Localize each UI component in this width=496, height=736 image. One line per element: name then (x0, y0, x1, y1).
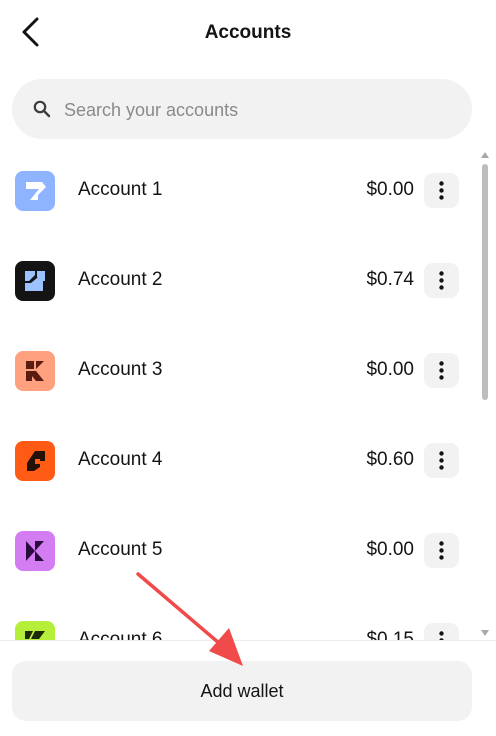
account-balance: $0.15 (366, 629, 414, 640)
account-balance: $0.00 (366, 179, 414, 200)
more-vertical-icon (439, 271, 444, 290)
account-logo-icon (15, 261, 55, 301)
account-logo-icon (15, 171, 55, 211)
account-row[interactable]: Account 6 $0.15 (0, 596, 478, 640)
account-name: Account 5 (78, 539, 163, 560)
account-menu-button[interactable] (424, 443, 459, 478)
account-balance: $0.00 (366, 359, 414, 380)
search-icon (33, 100, 51, 118)
more-vertical-icon (439, 451, 444, 470)
more-vertical-icon (439, 541, 444, 560)
account-name: Account 2 (78, 269, 163, 290)
account-avatar (15, 351, 55, 391)
account-menu-button[interactable] (424, 263, 459, 298)
scrollbar[interactable] (478, 150, 492, 638)
header: Accounts (0, 0, 496, 66)
add-wallet-button[interactable]: Add wallet (12, 661, 472, 721)
account-avatar (15, 531, 55, 571)
more-vertical-icon (439, 181, 444, 200)
search-input[interactable] (62, 89, 456, 131)
account-row[interactable]: Account 1 $0.00 (0, 146, 478, 236)
more-vertical-icon (439, 631, 444, 640)
account-avatar (15, 621, 55, 640)
account-menu-button[interactable] (424, 623, 459, 640)
scroll-up-icon[interactable] (481, 152, 489, 158)
page-title: Accounts (204, 22, 292, 43)
account-menu-button[interactable] (424, 353, 459, 388)
account-row[interactable]: Account 4 $0.60 (0, 416, 478, 506)
account-name: Account 6 (78, 629, 163, 640)
accounts-list[interactable]: Account 1 $0.00 Account 2 $0.74 Account … (0, 146, 478, 640)
account-menu-button[interactable] (424, 533, 459, 568)
account-logo-icon (15, 621, 55, 640)
account-name: Account 3 (78, 359, 163, 380)
account-row[interactable]: Account 2 $0.74 (0, 236, 478, 326)
account-row[interactable]: Account 5 $0.00 (0, 506, 478, 596)
scroll-down-icon[interactable] (481, 630, 489, 636)
more-vertical-icon (439, 361, 444, 380)
account-balance: $0.60 (366, 449, 414, 470)
scrollbar-thumb[interactable] (482, 164, 488, 400)
account-row[interactable]: Account 3 $0.00 (0, 326, 478, 416)
account-avatar (15, 261, 55, 301)
footer: Add wallet (0, 640, 496, 736)
account-balance: $0.00 (366, 539, 414, 560)
account-logo-icon (15, 351, 55, 391)
account-balance: $0.74 (366, 269, 414, 290)
search-bar[interactable] (12, 79, 472, 139)
account-logo-icon (15, 441, 55, 481)
account-name: Account 4 (78, 449, 163, 470)
account-avatar (15, 171, 55, 211)
account-name: Account 1 (78, 179, 163, 200)
account-logo-icon (15, 531, 55, 571)
account-menu-button[interactable] (424, 173, 459, 208)
account-avatar (15, 441, 55, 481)
